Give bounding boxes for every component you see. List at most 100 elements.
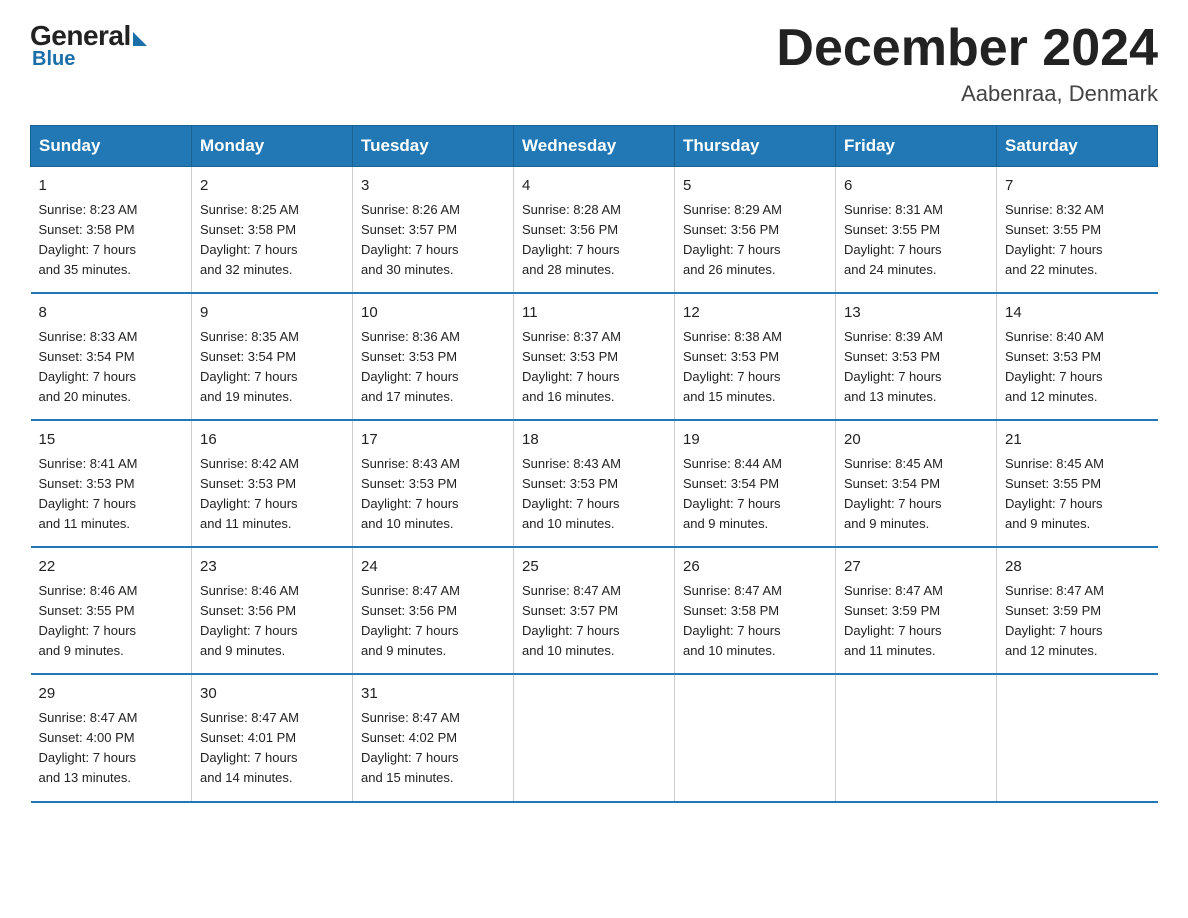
week-row-3: 15Sunrise: 8:41 AM Sunset: 3:53 PM Dayli… <box>31 420 1158 547</box>
calendar-cell: 31Sunrise: 8:47 AM Sunset: 4:02 PM Dayli… <box>353 674 514 801</box>
day-info: Sunrise: 8:47 AM Sunset: 3:59 PM Dayligh… <box>1005 581 1150 662</box>
calendar-cell: 25Sunrise: 8:47 AM Sunset: 3:57 PM Dayli… <box>514 547 675 674</box>
day-number: 28 <box>1005 556 1150 579</box>
day-number: 22 <box>39 556 184 579</box>
calendar-cell: 4Sunrise: 8:28 AM Sunset: 3:56 PM Daylig… <box>514 167 675 294</box>
calendar-table: SundayMondayTuesdayWednesdayThursdayFrid… <box>30 125 1158 802</box>
day-info: Sunrise: 8:47 AM Sunset: 3:59 PM Dayligh… <box>844 581 988 662</box>
calendar-header: SundayMondayTuesdayWednesdayThursdayFrid… <box>31 126 1158 167</box>
day-number: 29 <box>39 683 184 706</box>
day-info: Sunrise: 8:43 AM Sunset: 3:53 PM Dayligh… <box>361 454 505 535</box>
day-number: 2 <box>200 175 344 198</box>
day-number: 13 <box>844 302 988 325</box>
calendar-cell <box>997 674 1158 801</box>
header-cell-tuesday: Tuesday <box>353 126 514 167</box>
day-number: 8 <box>39 302 184 325</box>
location-subtitle: Aabenraa, Denmark <box>776 81 1158 107</box>
calendar-cell: 19Sunrise: 8:44 AM Sunset: 3:54 PM Dayli… <box>675 420 836 547</box>
day-number: 10 <box>361 302 505 325</box>
title-block: December 2024 Aabenraa, Denmark <box>776 20 1158 107</box>
calendar-cell: 18Sunrise: 8:43 AM Sunset: 3:53 PM Dayli… <box>514 420 675 547</box>
calendar-cell: 20Sunrise: 8:45 AM Sunset: 3:54 PM Dayli… <box>836 420 997 547</box>
day-info: Sunrise: 8:31 AM Sunset: 3:55 PM Dayligh… <box>844 200 988 281</box>
day-info: Sunrise: 8:41 AM Sunset: 3:53 PM Dayligh… <box>39 454 184 535</box>
day-info: Sunrise: 8:28 AM Sunset: 3:56 PM Dayligh… <box>522 200 666 281</box>
calendar-cell: 9Sunrise: 8:35 AM Sunset: 3:54 PM Daylig… <box>192 293 353 420</box>
calendar-cell: 23Sunrise: 8:46 AM Sunset: 3:56 PM Dayli… <box>192 547 353 674</box>
day-info: Sunrise: 8:39 AM Sunset: 3:53 PM Dayligh… <box>844 327 988 408</box>
header-cell-wednesday: Wednesday <box>514 126 675 167</box>
calendar-cell: 27Sunrise: 8:47 AM Sunset: 3:59 PM Dayli… <box>836 547 997 674</box>
day-number: 30 <box>200 683 344 706</box>
day-number: 4 <box>522 175 666 198</box>
header-cell-saturday: Saturday <box>997 126 1158 167</box>
day-number: 3 <box>361 175 505 198</box>
page-header: General Blue December 2024 Aabenraa, Den… <box>30 20 1158 107</box>
day-number: 23 <box>200 556 344 579</box>
day-info: Sunrise: 8:38 AM Sunset: 3:53 PM Dayligh… <box>683 327 827 408</box>
day-info: Sunrise: 8:45 AM Sunset: 3:55 PM Dayligh… <box>1005 454 1150 535</box>
day-number: 19 <box>683 429 827 452</box>
header-cell-sunday: Sunday <box>31 126 192 167</box>
calendar-cell <box>675 674 836 801</box>
calendar-cell: 29Sunrise: 8:47 AM Sunset: 4:00 PM Dayli… <box>31 674 192 801</box>
day-info: Sunrise: 8:47 AM Sunset: 3:57 PM Dayligh… <box>522 581 666 662</box>
calendar-cell: 8Sunrise: 8:33 AM Sunset: 3:54 PM Daylig… <box>31 293 192 420</box>
day-number: 18 <box>522 429 666 452</box>
header-cell-friday: Friday <box>836 126 997 167</box>
day-number: 16 <box>200 429 344 452</box>
week-row-5: 29Sunrise: 8:47 AM Sunset: 4:00 PM Dayli… <box>31 674 1158 801</box>
calendar-cell: 5Sunrise: 8:29 AM Sunset: 3:56 PM Daylig… <box>675 167 836 294</box>
header-cell-monday: Monday <box>192 126 353 167</box>
calendar-body: 1Sunrise: 8:23 AM Sunset: 3:58 PM Daylig… <box>31 167 1158 802</box>
day-info: Sunrise: 8:45 AM Sunset: 3:54 PM Dayligh… <box>844 454 988 535</box>
day-info: Sunrise: 8:35 AM Sunset: 3:54 PM Dayligh… <box>200 327 344 408</box>
day-number: 27 <box>844 556 988 579</box>
calendar-cell: 17Sunrise: 8:43 AM Sunset: 3:53 PM Dayli… <box>353 420 514 547</box>
calendar-cell: 21Sunrise: 8:45 AM Sunset: 3:55 PM Dayli… <box>997 420 1158 547</box>
day-info: Sunrise: 8:46 AM Sunset: 3:56 PM Dayligh… <box>200 581 344 662</box>
calendar-cell: 13Sunrise: 8:39 AM Sunset: 3:53 PM Dayli… <box>836 293 997 420</box>
day-info: Sunrise: 8:42 AM Sunset: 3:53 PM Dayligh… <box>200 454 344 535</box>
calendar-cell: 6Sunrise: 8:31 AM Sunset: 3:55 PM Daylig… <box>836 167 997 294</box>
week-row-4: 22Sunrise: 8:46 AM Sunset: 3:55 PM Dayli… <box>31 547 1158 674</box>
calendar-cell: 3Sunrise: 8:26 AM Sunset: 3:57 PM Daylig… <box>353 167 514 294</box>
calendar-cell: 16Sunrise: 8:42 AM Sunset: 3:53 PM Dayli… <box>192 420 353 547</box>
calendar-cell: 7Sunrise: 8:32 AM Sunset: 3:55 PM Daylig… <box>997 167 1158 294</box>
day-info: Sunrise: 8:36 AM Sunset: 3:53 PM Dayligh… <box>361 327 505 408</box>
day-info: Sunrise: 8:47 AM Sunset: 4:00 PM Dayligh… <box>39 708 184 789</box>
header-row: SundayMondayTuesdayWednesdayThursdayFrid… <box>31 126 1158 167</box>
day-info: Sunrise: 8:25 AM Sunset: 3:58 PM Dayligh… <box>200 200 344 281</box>
day-number: 31 <box>361 683 505 706</box>
day-info: Sunrise: 8:32 AM Sunset: 3:55 PM Dayligh… <box>1005 200 1150 281</box>
calendar-cell: 26Sunrise: 8:47 AM Sunset: 3:58 PM Dayli… <box>675 547 836 674</box>
calendar-cell <box>514 674 675 801</box>
day-number: 12 <box>683 302 827 325</box>
day-number: 24 <box>361 556 505 579</box>
day-info: Sunrise: 8:23 AM Sunset: 3:58 PM Dayligh… <box>39 200 184 281</box>
day-info: Sunrise: 8:44 AM Sunset: 3:54 PM Dayligh… <box>683 454 827 535</box>
day-number: 26 <box>683 556 827 579</box>
calendar-cell: 1Sunrise: 8:23 AM Sunset: 3:58 PM Daylig… <box>31 167 192 294</box>
calendar-cell: 12Sunrise: 8:38 AM Sunset: 3:53 PM Dayli… <box>675 293 836 420</box>
week-row-2: 8Sunrise: 8:33 AM Sunset: 3:54 PM Daylig… <box>31 293 1158 420</box>
day-info: Sunrise: 8:47 AM Sunset: 4:02 PM Dayligh… <box>361 708 505 789</box>
calendar-cell: 2Sunrise: 8:25 AM Sunset: 3:58 PM Daylig… <box>192 167 353 294</box>
week-row-1: 1Sunrise: 8:23 AM Sunset: 3:58 PM Daylig… <box>31 167 1158 294</box>
day-number: 14 <box>1005 302 1150 325</box>
page-title: December 2024 <box>776 20 1158 77</box>
day-info: Sunrise: 8:47 AM Sunset: 3:56 PM Dayligh… <box>361 581 505 662</box>
day-info: Sunrise: 8:47 AM Sunset: 3:58 PM Dayligh… <box>683 581 827 662</box>
day-number: 20 <box>844 429 988 452</box>
day-number: 17 <box>361 429 505 452</box>
logo: General Blue <box>30 20 147 71</box>
day-number: 15 <box>39 429 184 452</box>
day-number: 7 <box>1005 175 1150 198</box>
day-number: 21 <box>1005 429 1150 452</box>
calendar-cell: 10Sunrise: 8:36 AM Sunset: 3:53 PM Dayli… <box>353 293 514 420</box>
day-info: Sunrise: 8:37 AM Sunset: 3:53 PM Dayligh… <box>522 327 666 408</box>
day-info: Sunrise: 8:26 AM Sunset: 3:57 PM Dayligh… <box>361 200 505 281</box>
calendar-cell: 14Sunrise: 8:40 AM Sunset: 3:53 PM Dayli… <box>997 293 1158 420</box>
day-info: Sunrise: 8:33 AM Sunset: 3:54 PM Dayligh… <box>39 327 184 408</box>
calendar-cell: 28Sunrise: 8:47 AM Sunset: 3:59 PM Dayli… <box>997 547 1158 674</box>
